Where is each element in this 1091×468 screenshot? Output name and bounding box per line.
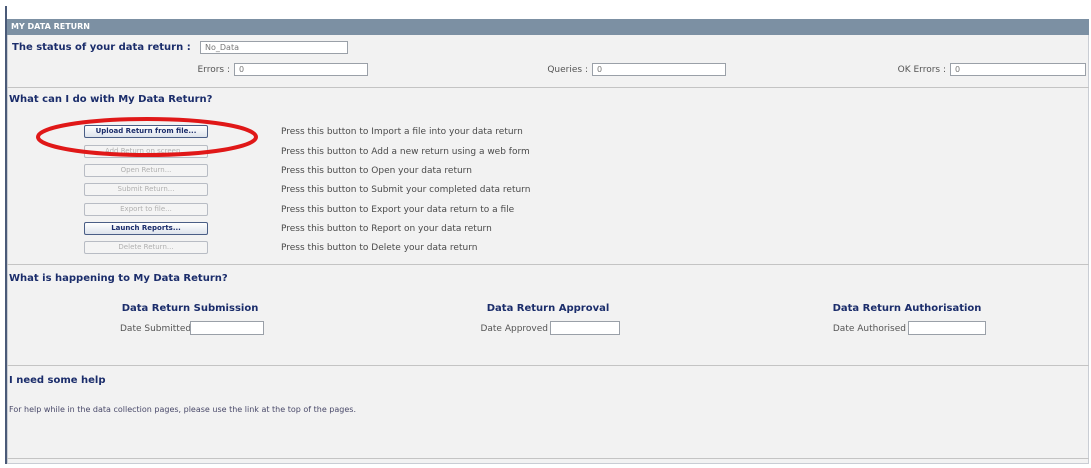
- date-approved-field[interactable]: [550, 321, 620, 335]
- approval-title: Data Return Approval: [486, 303, 610, 314]
- submit-return-description: Press this button to Submit your complet…: [281, 185, 531, 195]
- authorisation-title: Data Return Authorisation: [832, 303, 982, 314]
- section-divider: [7, 458, 1089, 459]
- highlight-ellipse-annotation: [36, 117, 258, 157]
- section-divider: [7, 264, 1089, 265]
- submit-return-button[interactable]: Submit Return...: [84, 183, 208, 196]
- launch-reports-description: Press this button to Report on your data…: [281, 224, 492, 234]
- errors-label: Errors :: [197, 65, 230, 75]
- delete-return-button[interactable]: Delete Return...: [84, 241, 208, 254]
- panel-header: MY DATA RETURN: [7, 19, 1089, 35]
- queries-label: Queries :: [547, 65, 588, 75]
- help-heading: I need some help: [9, 375, 106, 386]
- date-submitted-field[interactable]: [190, 321, 264, 335]
- status-label: The status of your data return :: [12, 42, 191, 53]
- delete-return-description: Press this button to Delete your data re…: [281, 243, 478, 253]
- errors-field: 0: [234, 63, 368, 76]
- export-to-file-description: Press this button to Export your data re…: [281, 205, 515, 215]
- ok-errors-field: 0: [950, 63, 1086, 76]
- queries-field: 0: [592, 63, 726, 76]
- date-authorised-field[interactable]: [908, 321, 986, 335]
- progress-heading: What is happening to My Data Return?: [9, 273, 228, 284]
- date-authorised-label: Date Authorised: [832, 324, 906, 334]
- help-text: For help while in the data collection pa…: [9, 405, 356, 414]
- export-to-file-button[interactable]: Export to file...: [84, 203, 208, 216]
- section-divider: [7, 87, 1089, 88]
- submission-title: Data Return Submission: [121, 303, 259, 314]
- add-return-description: Press this button to Add a new return us…: [281, 147, 530, 157]
- open-return-description: Press this button to Open your data retu…: [281, 166, 472, 176]
- date-submitted-label: Date Submitted: [120, 324, 192, 334]
- status-value-field: No_Data: [200, 41, 348, 54]
- actions-heading: What can I do with My Data Return?: [9, 94, 213, 105]
- launch-reports-button[interactable]: Launch Reports...: [84, 222, 208, 235]
- open-return-button[interactable]: Open Return...: [84, 164, 208, 177]
- date-approved-label: Date Approved: [480, 324, 548, 334]
- upload-return-description: Press this button to Import a file into …: [281, 127, 523, 137]
- section-divider: [7, 365, 1089, 366]
- ok-errors-label: OK Errors :: [897, 65, 946, 75]
